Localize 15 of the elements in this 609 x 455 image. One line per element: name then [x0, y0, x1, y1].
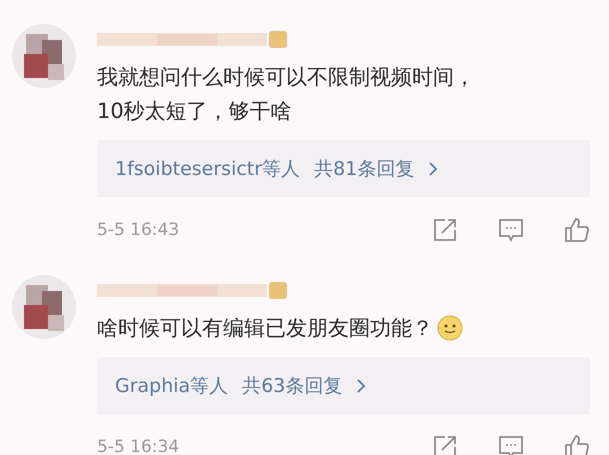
comment-text: 我就想问什么时候可以不限制视频时间， 10秒太短了，够干啥	[97, 64, 476, 125]
share-icon[interactable]	[432, 217, 458, 243]
comment-icon[interactable]	[498, 434, 524, 455]
comment-time: 5-5 16:34	[97, 438, 180, 455]
share-icon[interactable]	[432, 434, 458, 455]
thumbs-up-icon[interactable]	[564, 217, 590, 243]
replies-link[interactable]: Graphia等人 共63条回复	[97, 357, 590, 414]
smiley-icon	[437, 315, 463, 341]
thumbs-up-icon[interactable]	[564, 434, 590, 455]
replies-link[interactable]: 1fsoibtesersictr等人 共81条回复	[97, 140, 590, 197]
comment-time: 5-5 16:43	[97, 221, 180, 239]
comment-text: 啥时候可以有编辑已发朋友圈功能？	[97, 311, 590, 345]
comment-icon[interactable]	[498, 217, 524, 243]
chevron-right-icon	[428, 160, 438, 176]
chevron-right-icon	[356, 378, 366, 394]
